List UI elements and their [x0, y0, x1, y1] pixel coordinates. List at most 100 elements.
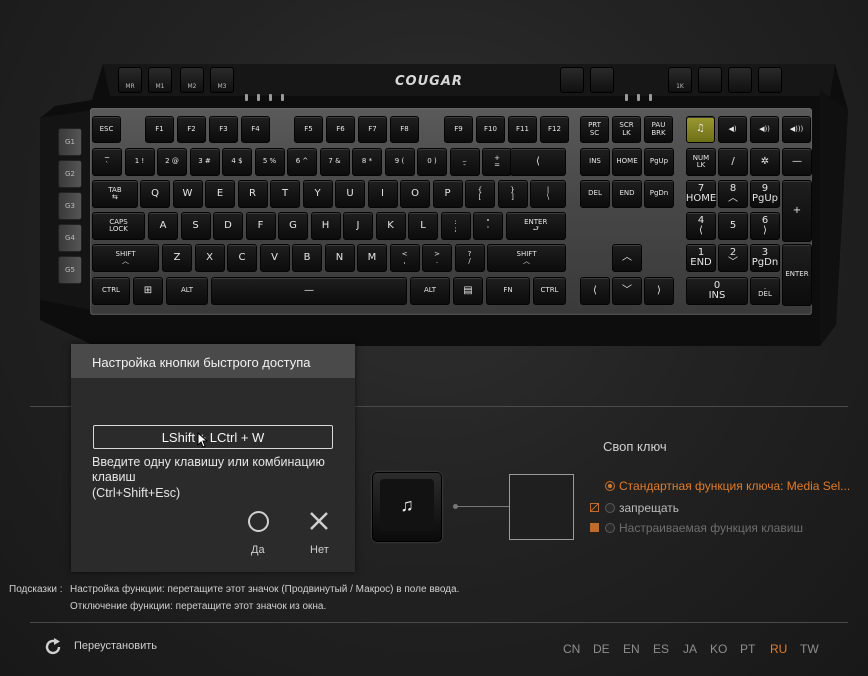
- nav-key[interactable]: PgDn: [644, 180, 674, 208]
- numpad-key[interactable]: 8 ︿: [718, 180, 748, 208]
- numpad-key[interactable]: 7 HOME: [686, 180, 716, 208]
- key[interactable]: N: [324, 244, 355, 272]
- lang-en[interactable]: EN: [623, 642, 640, 656]
- lang-es[interactable]: ES: [653, 642, 669, 656]
- windows-key[interactable]: ⊞: [133, 277, 163, 305]
- key[interactable]: 5 %: [254, 148, 285, 176]
- disable-icon[interactable]: [590, 503, 599, 512]
- key[interactable]: _ -: [449, 148, 480, 176]
- numpad-key[interactable]: 5: [718, 212, 748, 240]
- media-key[interactable]: ◀): [718, 116, 747, 143]
- key-15[interactable]: PAU BRK: [644, 116, 673, 143]
- lang-tw[interactable]: TW: [800, 642, 819, 656]
- left-shift-key[interactable]: SHIFT ︿: [92, 244, 159, 272]
- key[interactable]: 9 (: [384, 148, 415, 176]
- custom-function-icon[interactable]: [590, 523, 599, 532]
- macro-key-m2[interactable]: M2: [180, 67, 204, 93]
- key[interactable]: U: [335, 180, 365, 208]
- g-key-2[interactable]: G2: [58, 160, 82, 188]
- lang-ko[interactable]: KO: [710, 642, 727, 656]
- numpad-0-key[interactable]: 0 INS: [686, 277, 748, 305]
- g-key-1[interactable]: G1: [58, 128, 82, 156]
- lang-ja[interactable]: JA: [683, 642, 697, 656]
- key[interactable]: L: [408, 212, 438, 240]
- top-function-key[interactable]: [698, 67, 722, 93]
- key-14[interactable]: SCR LK: [612, 116, 641, 143]
- key[interactable]: Q: [140, 180, 170, 208]
- key[interactable]: 3 #: [189, 148, 220, 176]
- right-ctrl-key[interactable]: CTRL: [533, 277, 566, 305]
- numpad-key[interactable]: 2 ﹀: [718, 244, 748, 272]
- radio-standard-function[interactable]: [605, 481, 615, 491]
- key[interactable]: + =: [482, 148, 512, 176]
- numpad-key[interactable]: 4 ⟨: [686, 212, 716, 240]
- backslash-key[interactable]: | \: [530, 180, 566, 208]
- key[interactable]: O: [400, 180, 430, 208]
- media-key[interactable]: ◀)): [750, 116, 779, 143]
- key[interactable]: B: [292, 244, 322, 272]
- top-function-key[interactable]: [590, 67, 614, 93]
- top-function-key[interactable]: [728, 67, 752, 93]
- arrow-key[interactable]: ⟨: [580, 277, 610, 305]
- enter-key[interactable]: ENTER ⮐: [505, 212, 566, 240]
- media-key-selected[interactable]: ♫: [686, 116, 715, 143]
- key[interactable]: 2 @: [157, 148, 187, 176]
- confirm-button[interactable]: [248, 511, 269, 532]
- key[interactable]: Z: [162, 244, 192, 272]
- key[interactable]: G: [278, 212, 308, 240]
- key[interactable]: I: [367, 180, 398, 208]
- menu-key[interactable]: ▤: [453, 277, 483, 305]
- tab-key[interactable]: TAB ⇆: [92, 180, 138, 208]
- key-7[interactable]: F7: [358, 116, 387, 143]
- key-12[interactable]: F12: [540, 116, 569, 143]
- key[interactable]: K: [375, 212, 406, 240]
- key[interactable]: J: [343, 212, 373, 240]
- key[interactable]: } ]: [497, 180, 528, 208]
- key[interactable]: 6 ^: [287, 148, 317, 176]
- arrow-key[interactable]: ﹀: [612, 277, 642, 305]
- reset-icon[interactable]: [43, 637, 63, 657]
- key[interactable]: R: [237, 180, 268, 208]
- nav-key[interactable]: HOME: [612, 148, 642, 176]
- caps-lock-key[interactable]: CAPS LOCK: [92, 212, 145, 240]
- key-1[interactable]: F1: [145, 116, 174, 143]
- left-alt-key[interactable]: ALT: [166, 277, 208, 305]
- fn-key[interactable]: FN: [486, 277, 530, 305]
- reset-button[interactable]: Переустановить: [74, 640, 157, 652]
- swap-drop-target[interactable]: [509, 474, 574, 540]
- shortcut-input[interactable]: [93, 425, 333, 449]
- key[interactable]: E: [205, 180, 235, 208]
- top-function-key[interactable]: [560, 67, 584, 93]
- key[interactable]: 1 !: [124, 148, 155, 176]
- key[interactable]: W: [172, 180, 203, 208]
- macro-key-m3[interactable]: M3: [210, 67, 234, 93]
- backspace-key[interactable]: ⟨: [510, 148, 566, 176]
- arrow-key[interactable]: ⟩: [644, 277, 674, 305]
- lang-de[interactable]: DE: [593, 642, 610, 656]
- g-key-4[interactable]: G4: [58, 224, 82, 252]
- key[interactable]: V: [259, 244, 290, 272]
- key[interactable]: S: [180, 212, 211, 240]
- top-function-key[interactable]: [758, 67, 782, 93]
- key[interactable]: 7 &: [319, 148, 350, 176]
- key[interactable]: Y: [302, 180, 333, 208]
- key[interactable]: H: [310, 212, 341, 240]
- key-3[interactable]: F3: [209, 116, 238, 143]
- nav-key[interactable]: END: [612, 180, 642, 208]
- nav-key[interactable]: DEL: [580, 180, 610, 208]
- media-key[interactable]: ◀))): [782, 116, 811, 143]
- nav-key[interactable]: PgUp: [644, 148, 674, 176]
- key[interactable]: C: [227, 244, 257, 272]
- lang-cn[interactable]: CN: [563, 642, 580, 656]
- key[interactable]: A: [148, 212, 178, 240]
- lang-ru[interactable]: RU: [770, 642, 787, 656]
- key[interactable]: M: [357, 244, 387, 272]
- key[interactable]: ? /: [454, 244, 485, 272]
- key[interactable]: 4 $: [222, 148, 252, 176]
- key[interactable]: F: [245, 212, 276, 240]
- lang-pt[interactable]: PT: [740, 642, 755, 656]
- numpad-key[interactable]: 1 END: [686, 244, 716, 272]
- key-10[interactable]: F10: [476, 116, 505, 143]
- key-9[interactable]: F9: [444, 116, 473, 143]
- space-key[interactable]: —: [211, 277, 407, 305]
